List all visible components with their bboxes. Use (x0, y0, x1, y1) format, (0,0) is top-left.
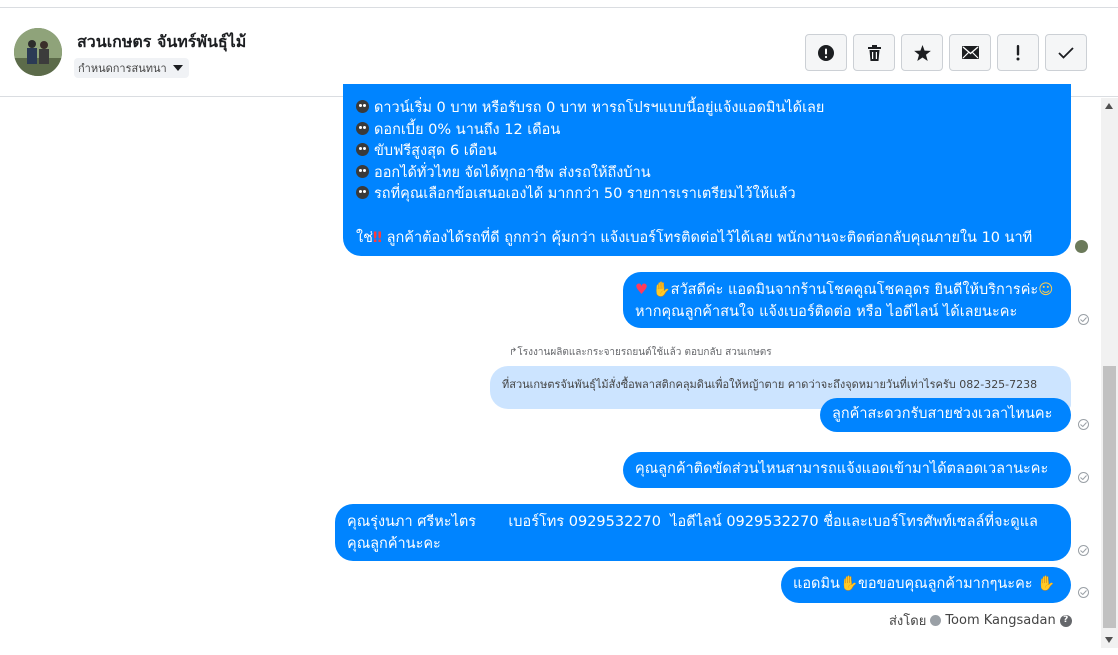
sender-name[interactable]: Toom Kangsadan (945, 613, 1055, 628)
scrollbar-thumb[interactable] (1103, 366, 1116, 628)
message-text: แอดมิน (793, 576, 840, 592)
star-icon (913, 44, 931, 61)
assign-conversation-dropdown[interactable]: กำหนดการสนทนา (74, 58, 189, 78)
message-line: รถที่คุณเลือกข้อเสนอเองได้ มากกว่า 50 รา… (356, 184, 1059, 206)
exclamation-icon (1016, 44, 1020, 60)
message-line: ♥ ✋สวัสดีค่ะ แอดมินจากร้านโชคคูณโชคอุดร … (635, 282, 1054, 298)
smile-hearts-emoji-icon: ☺ (1038, 282, 1054, 298)
pray-emoji-icon: ✋ (652, 282, 671, 298)
message-line: คุณรุ่งนภา ศรีหะไตร เบอร์โทร 0929532270 … (347, 514, 1038, 530)
exclamation-circle-icon (818, 44, 834, 61)
double-exclamation-icon: ‼ (372, 229, 383, 246)
face-emoji-icon (356, 143, 369, 156)
scroll-down-arrow-icon[interactable] (1105, 637, 1113, 643)
check-circle-icon (930, 615, 942, 626)
message-bubble[interactable]: ดาวน์เริ่ม 0 บาท หรือรับรถ 0 บาท หารถโปร… (343, 84, 1071, 256)
delivered-check-icon (1078, 472, 1089, 483)
message-bubble[interactable]: คุณรุ่งนภา ศรีหะไตร เบอร์โทร 0929532270 … (335, 504, 1071, 561)
message-bubble[interactable]: คุณลูกค้าติดขัดส่วนไหนสามารถแจ้งแอดเข้าม… (623, 452, 1071, 488)
delivered-check-icon (1078, 419, 1089, 430)
message-line: ดอกเบี้ย 0% นานถึง 12 เดือน (356, 120, 1059, 142)
conversation-toolbar (805, 34, 1087, 71)
heart-emoji-icon: ♥ (635, 282, 648, 298)
delivered-check-icon (1078, 545, 1089, 556)
delete-button[interactable] (853, 34, 895, 71)
message-line: ดาวน์เริ่ม 0 บาท หรือรับรถ 0 บาท หารถโปร… (356, 98, 1059, 120)
face-emoji-icon (356, 100, 369, 113)
report-spam-button[interactable] (805, 34, 847, 71)
message-line: ออกได้ทั่วไทย จัดได้ทุกอาชีพ ส่งรถให้ถึง… (356, 163, 1059, 185)
message-bubble[interactable]: ♥ ✋สวัสดีค่ะ แอดมินจากร้านโชคคูณโชคอุดร … (623, 272, 1071, 328)
mark-unread-button[interactable] (949, 34, 991, 71)
message-bubble[interactable]: ลูกค้าสะดวกรับสายช่วงเวลาไหนคะ (820, 398, 1071, 432)
help-icon[interactable]: ? (1059, 614, 1072, 627)
sent-by-info: ส่งโดย Toom Kangsadan ? (889, 610, 1072, 631)
caret-down-icon (172, 65, 183, 71)
envelope-icon (961, 46, 979, 59)
face-emoji-icon (356, 186, 369, 199)
scroll-up-arrow-icon[interactable] (1105, 103, 1113, 109)
assign-label: กำหนดการสนทนา (78, 62, 167, 75)
pray-emoji-icon: ✋ (1037, 576, 1056, 592)
contact-name[interactable]: สวนเกษตร จันทร์พันธุ์ไม้ (77, 30, 246, 55)
seen-avatar (1075, 240, 1088, 253)
pray-emoji-icon: ✋ (839, 576, 859, 592)
trash-icon (867, 44, 881, 61)
star-button[interactable] (901, 34, 943, 71)
contact-avatar[interactable] (14, 28, 62, 76)
delivered-check-icon (1078, 587, 1089, 598)
message-line: ใช่‼ ลูกค้าต้องได้รถที่ดี ถูกกว่า คุ้มกว… (356, 229, 1033, 246)
reply-context: ↱โรงงานผลิตและกระจายรถยนต์ใช้แล้ว ตอบกลั… (509, 347, 772, 358)
mark-done-button[interactable] (1045, 34, 1087, 71)
follow-up-button[interactable] (997, 34, 1039, 71)
face-emoji-icon (356, 164, 369, 178)
sent-by-label: ส่งโดย (889, 614, 927, 629)
message-bubble[interactable]: แอดมิน✋ขอขอบคุณลูกค้ามากๆนะคะ ✋ (781, 567, 1071, 603)
check-icon (1058, 46, 1074, 59)
message-line: คุณลูกค้านะคะ (347, 535, 441, 552)
face-emoji-icon (356, 121, 369, 135)
message-spacer (356, 206, 1059, 228)
scrollbar[interactable] (1101, 98, 1118, 648)
delivered-check-icon (1078, 314, 1089, 325)
message-text: ขอขอบคุณลูกค้ามากๆนะคะ (858, 576, 1033, 592)
message-line: หากคุณลูกค้าสนใจ แจ้งเบอร์ติดต่อ หรือ ไอ… (635, 303, 1018, 320)
message-line: ขับฟรีสูงสุด 6 เดือน (356, 141, 1059, 163)
